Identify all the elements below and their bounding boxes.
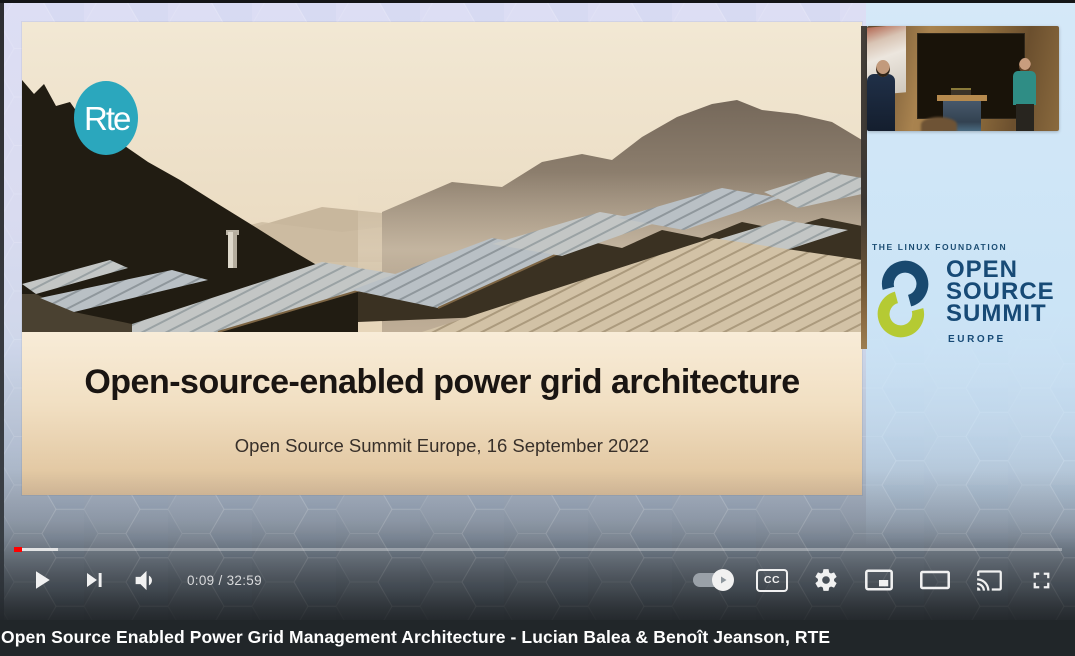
oss-wordmark: OPEN SOURCE SUMMIT bbox=[946, 259, 1055, 325]
autoplay-toggle-icon bbox=[712, 569, 734, 591]
page-title-bar: Open Source Enabled Power Grid Managemen… bbox=[0, 620, 1075, 656]
rte-logo: Rte bbox=[74, 81, 138, 155]
settings-gear-icon bbox=[813, 567, 839, 593]
progress-bar[interactable] bbox=[14, 548, 1062, 551]
cast-button[interactable] bbox=[976, 567, 1003, 594]
subtitles-button[interactable]: CC bbox=[756, 569, 788, 592]
presentation-slide: Rte Open-source-enabled power grid archi… bbox=[22, 22, 862, 495]
volume-icon bbox=[132, 566, 161, 595]
oss-logo-block: THE LINUX FOUNDATION OPEN SOURCE SUMMIT … bbox=[872, 242, 1068, 362]
webcam-presenter-left-head bbox=[876, 60, 890, 77]
miniplayer-icon bbox=[864, 567, 894, 593]
linux-foundation-label: THE LINUX FOUNDATION bbox=[872, 242, 1068, 252]
oss-region-label: EUROPE bbox=[948, 334, 1006, 345]
play-button[interactable] bbox=[26, 565, 56, 595]
oss-s-icon bbox=[872, 258, 934, 340]
next-icon bbox=[80, 566, 108, 594]
time-display: 0:09 / 32:59 bbox=[187, 573, 262, 588]
webcam-presenter-right-legs bbox=[1016, 104, 1034, 131]
webcam-audience-head bbox=[921, 117, 957, 131]
play-icon bbox=[26, 565, 56, 595]
oss-word-summit: SUMMIT bbox=[946, 303, 1055, 325]
solar-farm-photo: Rte bbox=[22, 22, 862, 332]
theater-icon bbox=[919, 568, 951, 592]
slide-title: Open-source-enabled power grid architect… bbox=[22, 332, 862, 402]
cc-icon: CC bbox=[764, 574, 780, 586]
fullscreen-icon bbox=[1028, 567, 1055, 594]
progress-played bbox=[14, 547, 22, 552]
next-button[interactable] bbox=[80, 566, 108, 594]
left-border bbox=[0, 3, 4, 620]
slide-banner: Open-source-enabled power grid architect… bbox=[22, 332, 862, 495]
volume-button[interactable] bbox=[132, 566, 161, 595]
miniplayer-button[interactable] bbox=[864, 567, 894, 593]
player-controls: 0:09 / 32:59 CC bbox=[0, 558, 1075, 602]
webcam-thumbnail bbox=[867, 26, 1059, 131]
video-title: Open Source Enabled Power Grid Managemen… bbox=[0, 620, 1075, 648]
settings-button[interactable] bbox=[813, 567, 839, 593]
autoplay-toggle[interactable] bbox=[693, 573, 731, 587]
fullscreen-button[interactable] bbox=[1028, 567, 1055, 594]
webcam-presenter-right bbox=[1013, 71, 1036, 105]
top-border bbox=[0, 0, 1075, 3]
video-player[interactable]: Rte Open-source-enabled power grid archi… bbox=[0, 0, 1075, 620]
theater-button[interactable] bbox=[919, 568, 951, 592]
svg-text:Rte: Rte bbox=[84, 100, 130, 137]
cast-icon bbox=[976, 567, 1003, 594]
webcam-presenter-left bbox=[867, 74, 895, 131]
slide-subtitle: Open Source Summit Europe, 16 September … bbox=[22, 435, 862, 457]
